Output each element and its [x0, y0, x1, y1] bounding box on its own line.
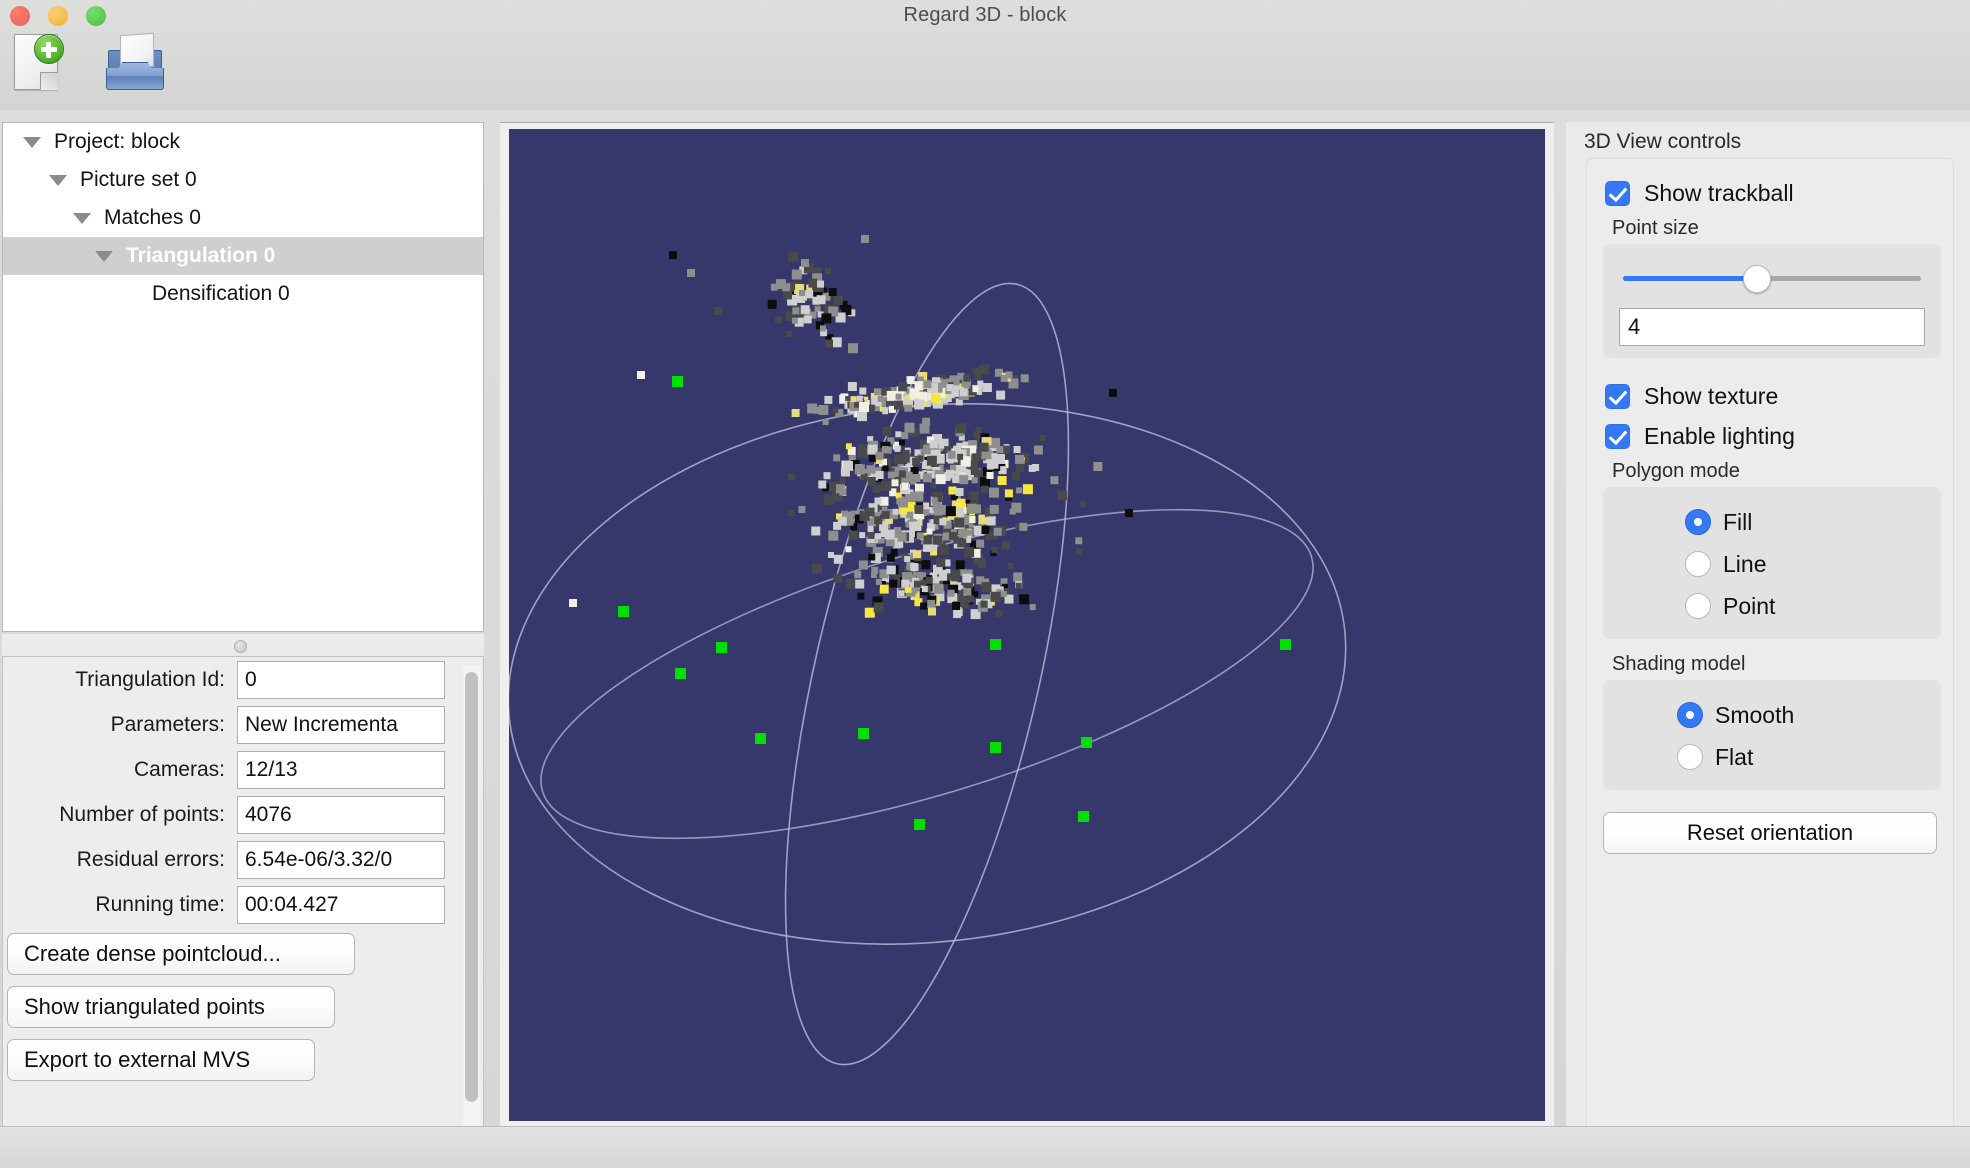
3d-viewport[interactable] [509, 129, 1545, 1121]
tree-item-picture-set[interactable]: Picture set 0 [3, 161, 483, 199]
slider-fill [1623, 276, 1757, 281]
tree-item-label: Densification 0 [152, 282, 290, 306]
shading-model-label: Shading model [1587, 653, 1953, 676]
polygon-mode-option-label: Point [1723, 593, 1775, 620]
residual-errors-field[interactable]: 6.54e-06/3.32/0 [237, 841, 445, 879]
window-bottom-strip [0, 1126, 1970, 1168]
tree-item-triangulation[interactable]: Triangulation 0 [3, 237, 483, 275]
show-trackball-checkbox[interactable]: Show trackball [1587, 173, 1953, 213]
shading-model-option-label: Flat [1715, 744, 1753, 771]
polygon-mode-group: Fill Line Point [1603, 487, 1941, 639]
shading-model-option-smooth[interactable]: Smooth [1603, 694, 1941, 736]
property-label: Running time: [7, 893, 237, 917]
property-row-parameters: Parameters: New Incrementa [3, 702, 483, 747]
property-row-residual-errors: Residual errors: 6.54e-06/3.32/0 [3, 837, 483, 882]
property-label: Triangulation Id: [7, 668, 237, 692]
tree-item-label: Project: block [54, 130, 180, 154]
number-of-points-field[interactable]: 4076 [237, 796, 445, 834]
chevron-down-icon[interactable] [95, 251, 113, 262]
tree-item-matches[interactable]: Matches 0 [3, 199, 483, 237]
chevron-down-icon[interactable] [73, 213, 91, 224]
chevron-down-icon[interactable] [49, 175, 67, 186]
polygon-mode-label: Polygon mode [1587, 460, 1953, 483]
radio-unselected-icon [1685, 593, 1711, 619]
property-label: Parameters: [7, 713, 237, 737]
point-cloud-render [509, 129, 1545, 1121]
polygon-mode-option-point[interactable]: Point [1603, 585, 1941, 627]
new-document-icon [14, 34, 62, 92]
property-label: Cameras: [7, 758, 237, 782]
open-folder-icon [104, 34, 166, 92]
property-row-triangulation-id: Triangulation Id: 0 [3, 657, 483, 702]
slider-thumb[interactable] [1743, 265, 1771, 293]
tree-item-label: Picture set 0 [80, 168, 197, 192]
window-title: Regard 3D - block [0, 0, 1970, 30]
tree-item-label: Triangulation 0 [126, 244, 275, 268]
checkmark-icon [1605, 384, 1630, 409]
zoom-window-button[interactable] [86, 6, 106, 26]
polygon-mode-option-label: Line [1723, 551, 1766, 578]
show-texture-checkbox[interactable]: Show texture [1587, 376, 1953, 416]
checkmark-icon [1605, 181, 1630, 206]
property-label: Residual errors: [7, 848, 237, 872]
property-row-cameras: Cameras: 12/13 [3, 747, 483, 792]
triangulation-id-field[interactable]: 0 [237, 661, 445, 699]
point-size-group: 4 [1603, 244, 1941, 358]
splitter-grip[interactable] [234, 640, 247, 653]
enable-lighting-checkbox[interactable]: Enable lighting [1587, 416, 1953, 456]
shading-model-option-label: Smooth [1715, 702, 1794, 729]
property-row-running-time: Running time: 00:04.427 [3, 882, 483, 927]
viewport-container [500, 122, 1554, 1126]
controls-panel: Show trackball Point size 4 Show texture… [1586, 158, 1954, 1138]
chevron-down-icon[interactable] [23, 137, 41, 148]
window-traffic-lights [10, 6, 106, 26]
reset-orientation-button[interactable]: Reset orientation [1603, 812, 1937, 854]
open-project-button[interactable] [100, 32, 168, 94]
properties-scrollbar[interactable] [463, 666, 480, 1156]
close-window-button[interactable] [10, 6, 30, 26]
point-size-slider[interactable] [1623, 264, 1921, 294]
shading-model-option-flat[interactable]: Flat [1603, 736, 1941, 778]
radio-unselected-icon [1677, 744, 1703, 770]
parameters-field[interactable]: New Incrementa [237, 706, 445, 744]
checkmark-icon [1605, 424, 1630, 449]
right-column: 3D View controls Show trackball Point si… [1566, 122, 1970, 1168]
polygon-mode-option-label: Fill [1723, 509, 1752, 536]
tree-item-project[interactable]: Project: block [3, 123, 483, 161]
tree-item-densification[interactable]: Densification 0 [3, 275, 483, 313]
show-triangulated-points-button[interactable]: Show triangulated points [7, 986, 335, 1028]
polygon-mode-option-line[interactable]: Line [1603, 543, 1941, 585]
cameras-field[interactable]: 12/13 [237, 751, 445, 789]
project-tree[interactable]: Project: block Picture set 0 Matches 0 T… [2, 122, 484, 632]
app-window: Regard 3D - block [0, 0, 1970, 1168]
enable-lighting-label: Enable lighting [1644, 423, 1795, 450]
export-to-external-mvs-button[interactable]: Export to external MVS [7, 1039, 315, 1081]
radio-selected-icon [1677, 702, 1703, 728]
show-texture-label: Show texture [1644, 383, 1778, 410]
create-dense-pointcloud-button[interactable]: Create dense pointcloud... [7, 933, 355, 975]
left-column: Project: block Picture set 0 Matches 0 T… [0, 122, 490, 1168]
show-trackball-label: Show trackball [1644, 180, 1794, 207]
point-size-label: Point size [1587, 217, 1953, 240]
running-time-field[interactable]: 00:04.427 [237, 886, 445, 924]
radio-selected-icon [1685, 509, 1711, 535]
radio-unselected-icon [1685, 551, 1711, 577]
polygon-mode-option-fill[interactable]: Fill [1603, 501, 1941, 543]
property-row-number-of-points: Number of points: 4076 [3, 792, 483, 837]
shading-model-group: Smooth Flat [1603, 680, 1941, 790]
new-project-button[interactable] [8, 32, 76, 94]
minimize-window-button[interactable] [48, 6, 68, 26]
tree-item-label: Matches 0 [104, 206, 201, 230]
properties-panel: Triangulation Id: 0 Parameters: New Incr… [2, 656, 484, 1166]
action-button-stack: Create dense pointcloud... Show triangul… [3, 927, 483, 1081]
point-size-input[interactable]: 4 [1619, 308, 1925, 346]
property-label: Number of points: [7, 803, 237, 827]
window-titlebar: Regard 3D - block [0, 0, 1970, 110]
scrollbar-thumb[interactable] [465, 672, 478, 1102]
main-toolbar [8, 32, 168, 94]
horizontal-splitter[interactable] [2, 634, 484, 658]
controls-panel-title: 3D View controls [1584, 130, 1741, 154]
